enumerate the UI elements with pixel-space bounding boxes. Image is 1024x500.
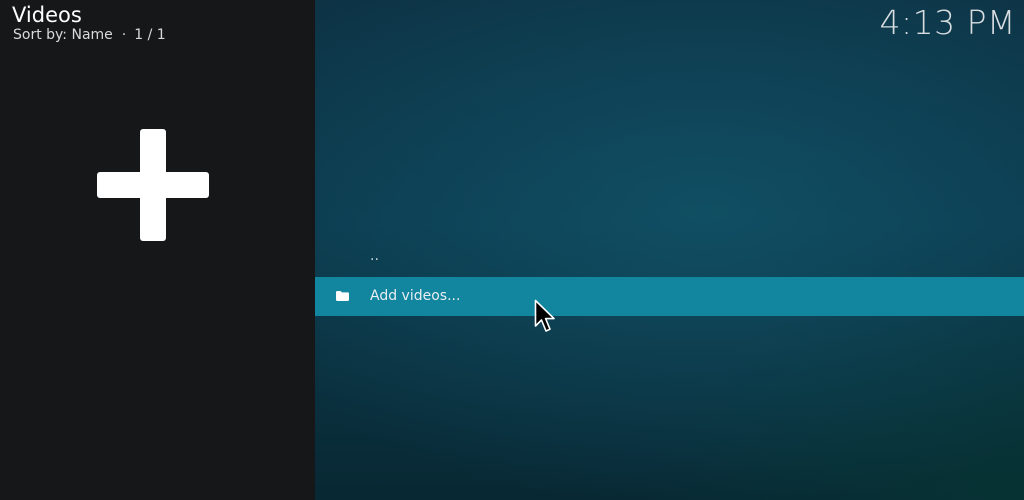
mouse-cursor-icon	[534, 299, 555, 332]
sort-info: Sort by: Name · 1 / 1	[13, 27, 166, 43]
plus-icon-horizontal-bar	[97, 172, 209, 198]
plus-icon	[97, 129, 209, 241]
folder-icon	[336, 291, 349, 301]
page-title: Videos	[12, 3, 82, 27]
clock: 4:13 PM	[879, 3, 1016, 42]
page-count: 1 / 1	[134, 27, 166, 43]
separator: ·	[121, 27, 127, 43]
left-panel	[0, 0, 315, 500]
sort-label[interactable]: Sort by: Name	[13, 27, 113, 43]
list-item-label: ..	[370, 248, 379, 264]
list-item-add-videos[interactable]: Add videos...	[315, 277, 1024, 316]
list-item-parent-folder[interactable]: ..	[315, 239, 1024, 278]
list-item-label: Add videos...	[370, 288, 461, 304]
